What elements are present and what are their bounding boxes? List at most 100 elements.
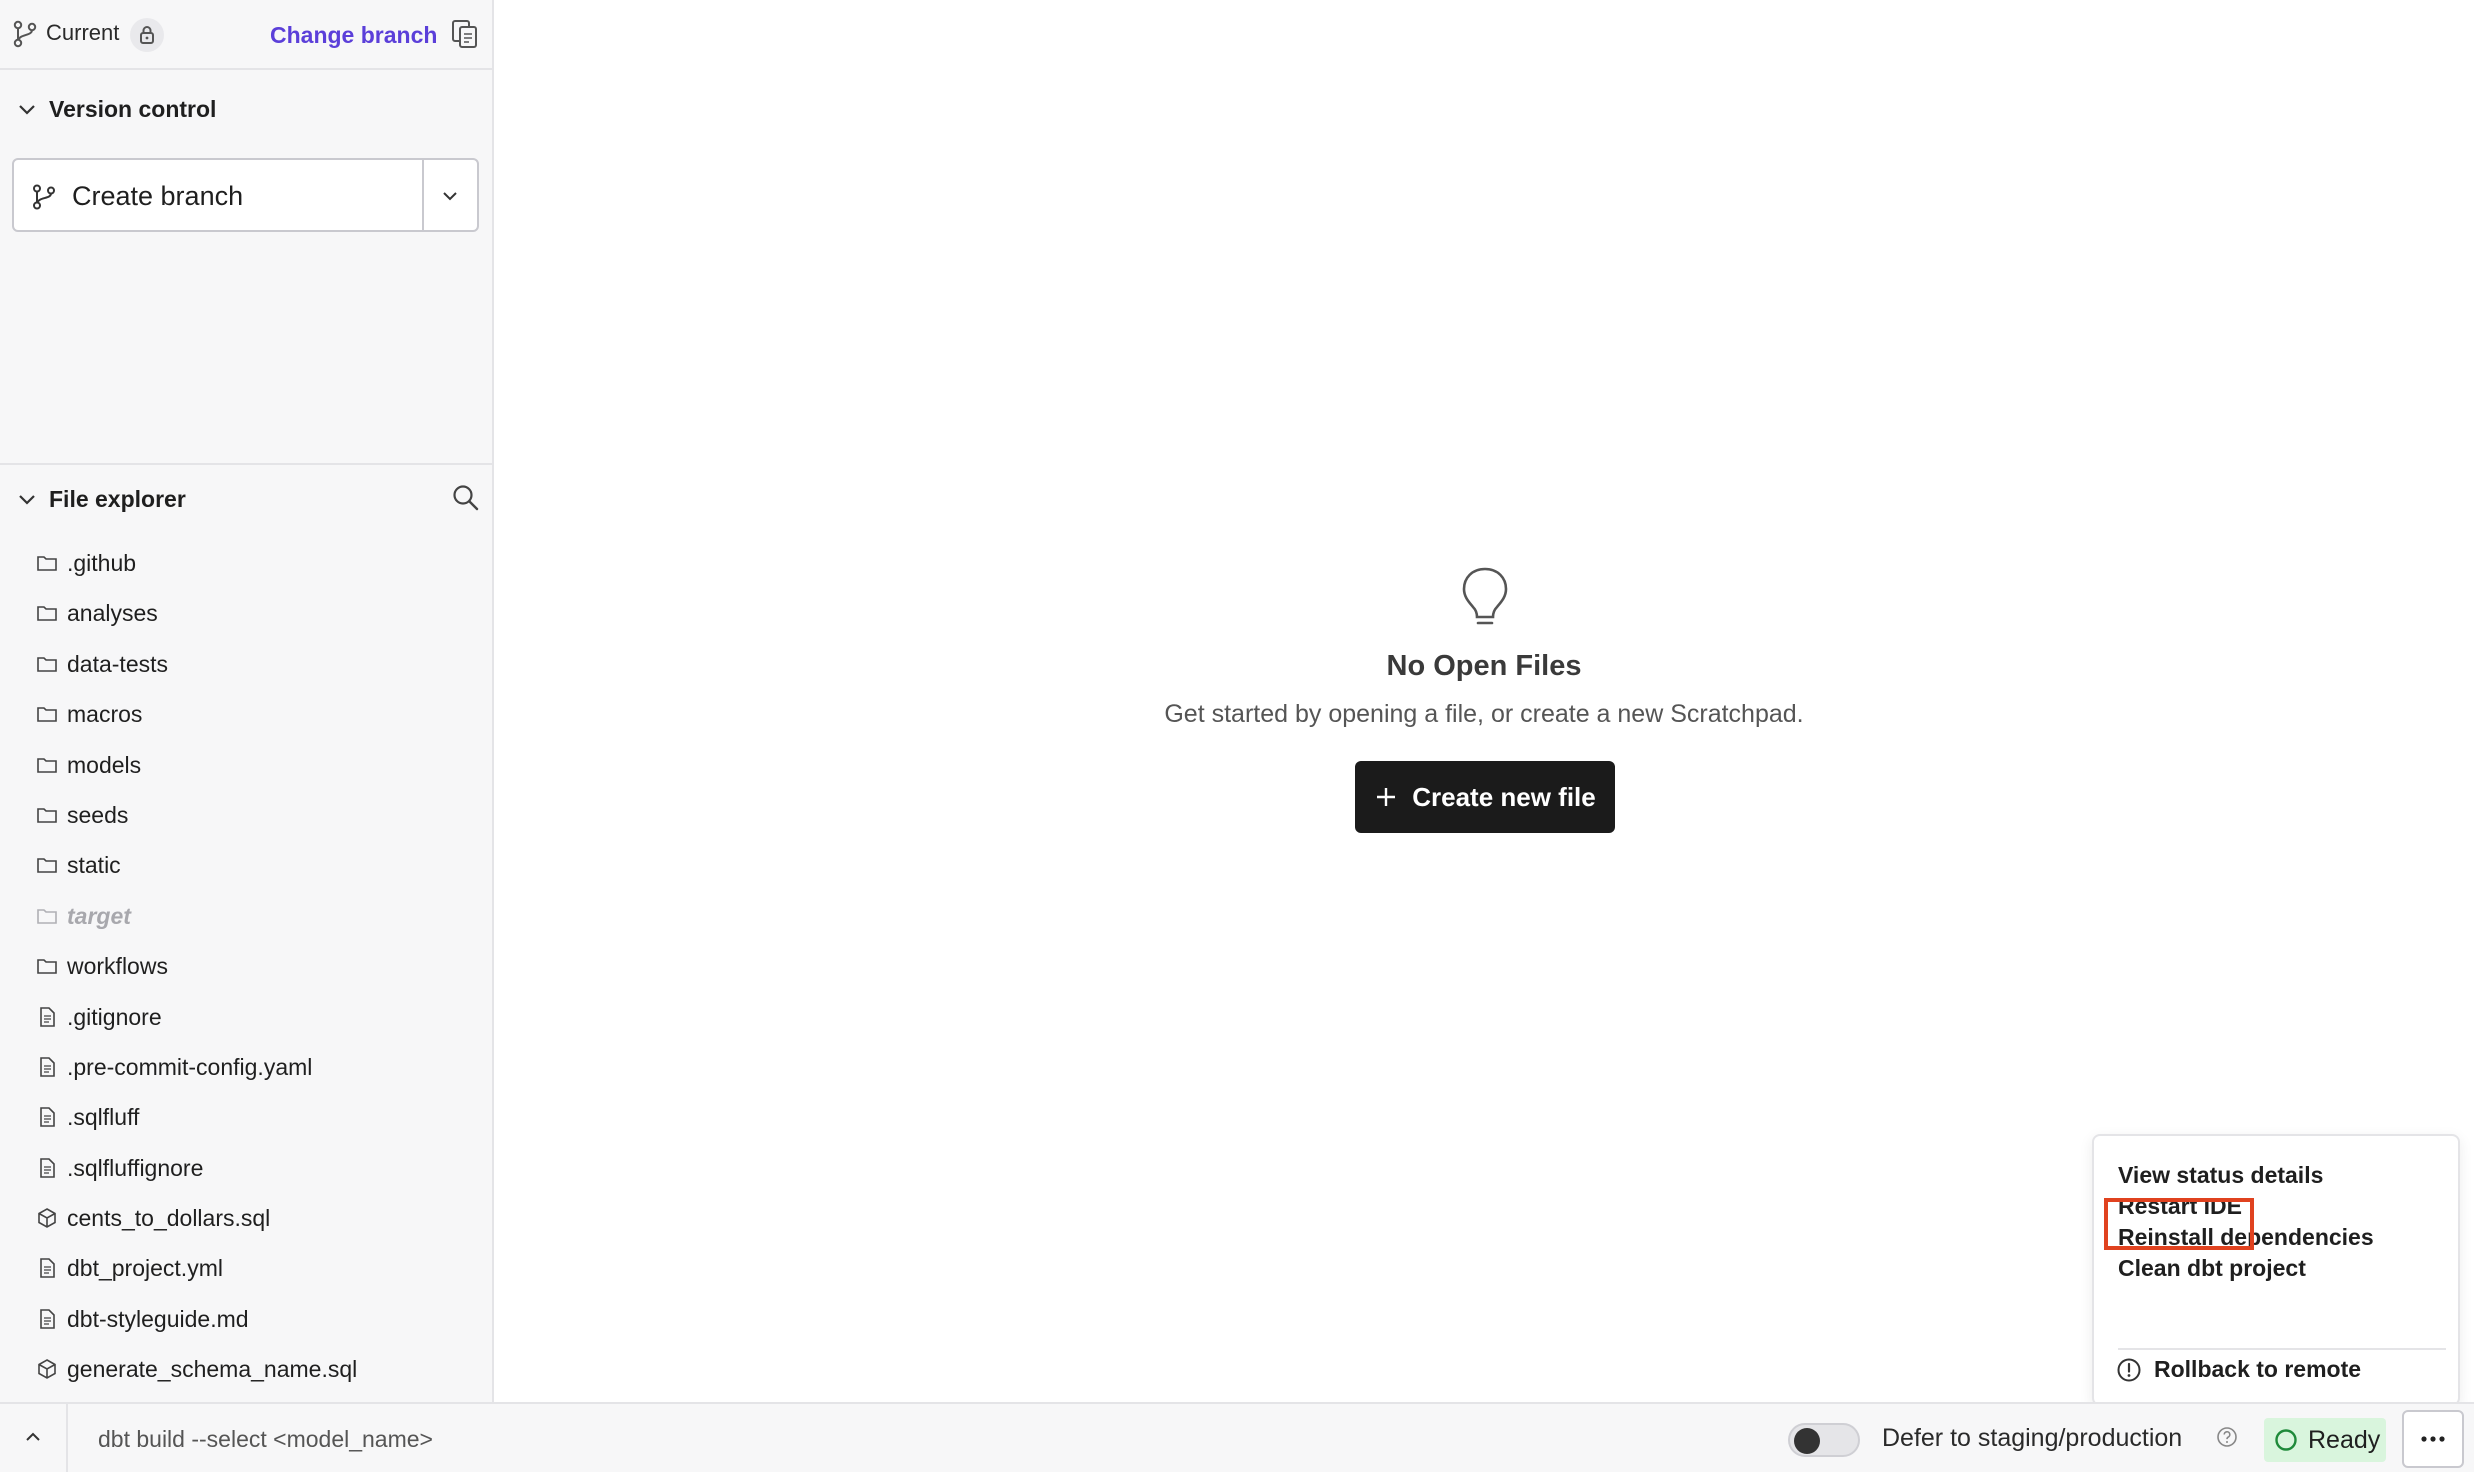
file-tree-item-label: workflows — [67, 953, 168, 980]
file-tree-item-label: analyses — [67, 600, 158, 627]
file-tree-item-label: dbt_project.yml — [67, 1255, 223, 1282]
create-branch-dropdown[interactable] — [422, 160, 477, 230]
toggle-knob — [1794, 1428, 1820, 1454]
chevron-up-icon — [26, 1432, 40, 1441]
chevron-down-icon — [19, 105, 35, 115]
menu-item-rollback-to-remote[interactable]: Rollback to remote — [2116, 1356, 2361, 1383]
search-icon[interactable] — [450, 482, 480, 512]
git-branch-icon — [13, 20, 37, 48]
file-tree-item-label: target — [67, 902, 131, 929]
folder-icon — [36, 653, 58, 675]
chevron-down-icon — [19, 495, 35, 505]
file-icon — [36, 1106, 58, 1128]
status-label: Ready — [2308, 1425, 2381, 1454]
file-tree-item-label: .pre-commit-config.yaml — [67, 1053, 313, 1080]
sidebar: Current Change branch Version control Cr… — [0, 0, 494, 1402]
file-tree-item[interactable]: target — [0, 893, 492, 943]
file-tree-item-label: static — [67, 852, 121, 879]
bottom-command-bar: dbt build --select <model_name> Defer to… — [0, 1402, 2474, 1472]
file-tree-item[interactable]: models — [0, 742, 492, 792]
file-tree-item[interactable]: analyses — [0, 590, 492, 640]
change-branch-link[interactable]: Change branch — [270, 22, 437, 49]
file-tree-item[interactable]: .sqlfluffignore — [0, 1145, 492, 1195]
file-icon — [36, 1257, 58, 1279]
ide-status-menu: View status details Restart IDE Reinstal… — [2092, 1134, 2460, 1406]
file-tree-item[interactable]: workflows — [0, 943, 492, 993]
alert-circle-icon — [2117, 1358, 2141, 1381]
file-tree-item-label: .gitignore — [67, 1003, 162, 1030]
defer-label: Defer to staging/production — [1882, 1424, 2183, 1452]
folder-icon — [36, 905, 58, 927]
folder-icon — [36, 703, 58, 725]
lightbulb-icon — [1462, 567, 1508, 625]
file-tree: .github analyses data-tests macros models see… — [0, 540, 492, 1397]
empty-state-subtitle: Get started by opening a file, or create… — [1164, 700, 1804, 728]
folder-icon — [36, 854, 58, 876]
folder-icon — [36, 804, 58, 826]
status-ring-icon — [2275, 1429, 2297, 1451]
expand-panel-button[interactable] — [0, 1404, 68, 1472]
status-badge[interactable]: Ready — [2264, 1418, 2386, 1462]
file-tree-item[interactable]: cents_to_dollars.sql — [0, 1195, 492, 1245]
lock-icon — [130, 18, 164, 52]
more-options-button[interactable] — [2402, 1410, 2464, 1468]
cube-icon — [36, 1207, 58, 1229]
create-branch-label: Create branch — [72, 181, 244, 211]
version-control-header[interactable]: Version control — [0, 88, 492, 132]
file-tree-item-label: generate_schema_name.sql — [67, 1356, 358, 1383]
section-divider — [0, 463, 492, 465]
file-tree-item-label: seeds — [67, 801, 129, 828]
menu-item-reinstall-dependencies[interactable]: Reinstall dependencies — [2118, 1224, 2374, 1251]
file-tree-item-label: data-tests — [67, 650, 168, 677]
folder-icon — [36, 602, 58, 624]
ellipsis-icon — [2421, 1436, 2445, 1442]
copy-icon[interactable] — [450, 18, 480, 50]
create-branch-split-button: Create branch — [12, 158, 479, 232]
folder-icon — [36, 955, 58, 977]
version-control-title: Version control — [49, 96, 217, 122]
file-tree-item-label: macros — [67, 701, 143, 728]
file-tree-item-label: .sqlfluff — [67, 1104, 140, 1131]
file-tree-item[interactable]: .github — [0, 540, 492, 590]
file-tree-item[interactable]: data-tests — [0, 641, 492, 691]
file-explorer-title: File explorer — [49, 486, 186, 512]
file-tree-item-label: dbt-styleguide.md — [67, 1305, 249, 1332]
file-icon — [36, 1056, 58, 1078]
chevron-down-icon — [443, 192, 457, 201]
file-tree-item[interactable]: .pre-commit-config.yaml — [0, 1044, 492, 1094]
file-tree-item-label: .sqlfluffignore — [67, 1154, 204, 1181]
defer-toggle[interactable] — [1788, 1423, 1860, 1457]
plus-icon — [1377, 788, 1396, 806]
folder-icon — [36, 552, 58, 574]
file-tree-item[interactable]: static — [0, 842, 492, 892]
create-branch-button[interactable]: Create branch — [14, 160, 422, 230]
folder-icon — [36, 754, 58, 776]
file-tree-item[interactable]: seeds — [0, 792, 492, 842]
menu-divider — [2118, 1348, 2446, 1350]
file-icon — [36, 1157, 58, 1179]
current-branch-label: Current — [46, 20, 120, 45]
file-tree-item[interactable]: macros — [0, 691, 492, 741]
file-tree-item[interactable]: .gitignore — [0, 994, 492, 1044]
branch-bar: Current Change branch — [0, 0, 492, 70]
command-input[interactable]: dbt build --select <model_name> — [98, 1426, 433, 1453]
file-tree-item[interactable]: dbt-styleguide.md — [0, 1296, 492, 1346]
file-tree-item-label: cents_to_dollars.sql — [67, 1205, 271, 1232]
menu-item-view-status-details[interactable]: View status details — [2118, 1162, 2323, 1189]
help-icon[interactable] — [2216, 1426, 2238, 1448]
empty-state-title: No Open Files — [1386, 650, 1582, 682]
rollback-label: Rollback to remote — [2154, 1356, 2362, 1382]
file-icon — [36, 1006, 58, 1028]
menu-item-clean-dbt-project[interactable]: Clean dbt project — [2118, 1255, 2306, 1282]
menu-item-restart-ide[interactable]: Restart IDE — [2118, 1193, 2242, 1220]
file-tree-item[interactable]: dbt_project.yml — [0, 1245, 492, 1295]
create-new-file-button[interactable]: Create new file — [1355, 761, 1615, 833]
git-branch-icon — [33, 184, 55, 210]
file-icon — [36, 1308, 58, 1330]
file-tree-item[interactable]: .sqlfluff — [0, 1094, 492, 1144]
cube-icon — [36, 1358, 58, 1380]
file-tree-item-label: .github — [67, 550, 137, 576]
file-tree-item-label: models — [67, 751, 142, 778]
file-explorer-header[interactable]: File explorer — [0, 478, 492, 522]
file-tree-item[interactable]: generate_schema_name.sql — [0, 1346, 492, 1396]
